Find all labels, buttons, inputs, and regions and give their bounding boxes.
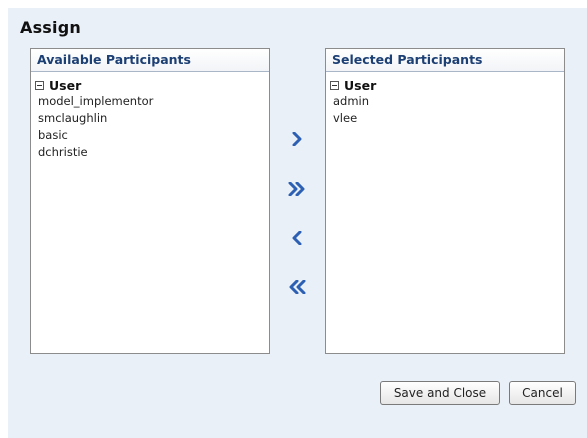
selected-participants-tree: User admin vlee [326,72,564,127]
selected-user-group[interactable]: User [326,77,564,93]
collapse-icon[interactable] [330,80,339,90]
move-all-right-icon [288,182,305,196]
collapse-icon[interactable] [35,80,44,90]
available-user-group-label: User [49,77,82,93]
selected-participants-list: Selected Participants User admin vlee [325,48,565,354]
move-all-left-icon [289,280,306,294]
available-participants-header: Available Participants [31,49,269,72]
save-and-close-button[interactable]: Save and Close [380,381,500,405]
cancel-button[interactable]: Cancel [509,381,576,405]
move-right-icon [292,132,302,146]
move-selected-button[interactable] [287,129,307,149]
available-participants-tree: User model_implementor smclaughlin basic… [31,72,269,161]
available-participants-list: Available Participants User model_implem… [30,48,270,354]
selected-user-group-label: User [344,77,377,93]
selected-participants-header: Selected Participants [326,49,564,72]
list-item[interactable]: admin [326,93,564,110]
remove-all-button[interactable] [287,277,307,297]
list-item[interactable]: model_implementor [31,93,269,110]
move-all-button[interactable] [287,179,307,199]
list-item[interactable]: dchristie [31,144,269,161]
list-item[interactable]: vlee [326,110,564,127]
available-user-group[interactable]: User [31,77,269,93]
remove-selected-button[interactable] [287,228,307,248]
dialog-title: Assign [20,18,81,37]
list-item[interactable]: smclaughlin [31,110,269,127]
list-item[interactable]: basic [31,127,269,144]
move-left-icon [292,231,302,245]
